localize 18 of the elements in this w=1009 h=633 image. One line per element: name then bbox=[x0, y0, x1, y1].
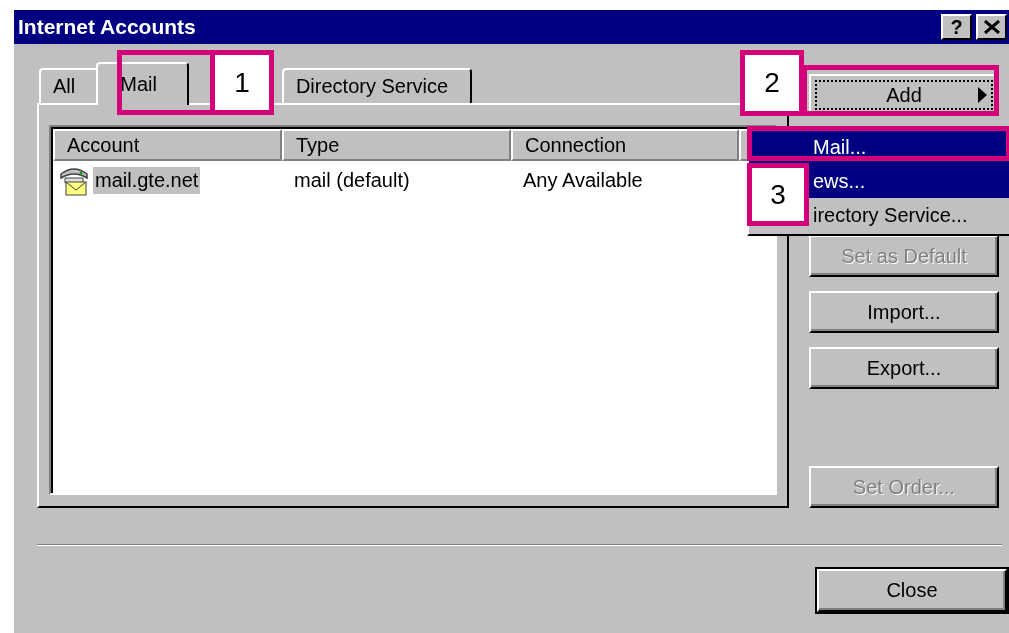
help-button[interactable]: ? bbox=[941, 14, 972, 40]
step-number-tooltip: 2 bbox=[740, 50, 804, 116]
close-button[interactable] bbox=[976, 14, 1007, 40]
column-header[interactable]: Account bbox=[53, 129, 282, 161]
step-number-tooltip: 3 bbox=[747, 163, 809, 226]
dialog-button[interactable]: Import... bbox=[809, 291, 999, 333]
connection-value: Any Available bbox=[522, 168, 644, 192]
column-header[interactable]: Connection bbox=[511, 129, 739, 161]
close-dialog-button[interactable]: Close bbox=[817, 569, 1007, 612]
close-icon bbox=[983, 20, 1000, 34]
dialog-button[interactable]: Export... bbox=[809, 347, 999, 389]
tab[interactable]: Mail bbox=[96, 62, 189, 105]
column-header[interactable]: Type bbox=[282, 129, 511, 161]
account-name[interactable]: mail.gte.net bbox=[93, 166, 201, 194]
tab[interactable]: Directory Service bbox=[281, 68, 473, 103]
window-title: Internet Accounts bbox=[18, 15, 197, 39]
account-type: mail (default) bbox=[293, 168, 411, 192]
submenu-arrow-icon bbox=[978, 87, 987, 103]
